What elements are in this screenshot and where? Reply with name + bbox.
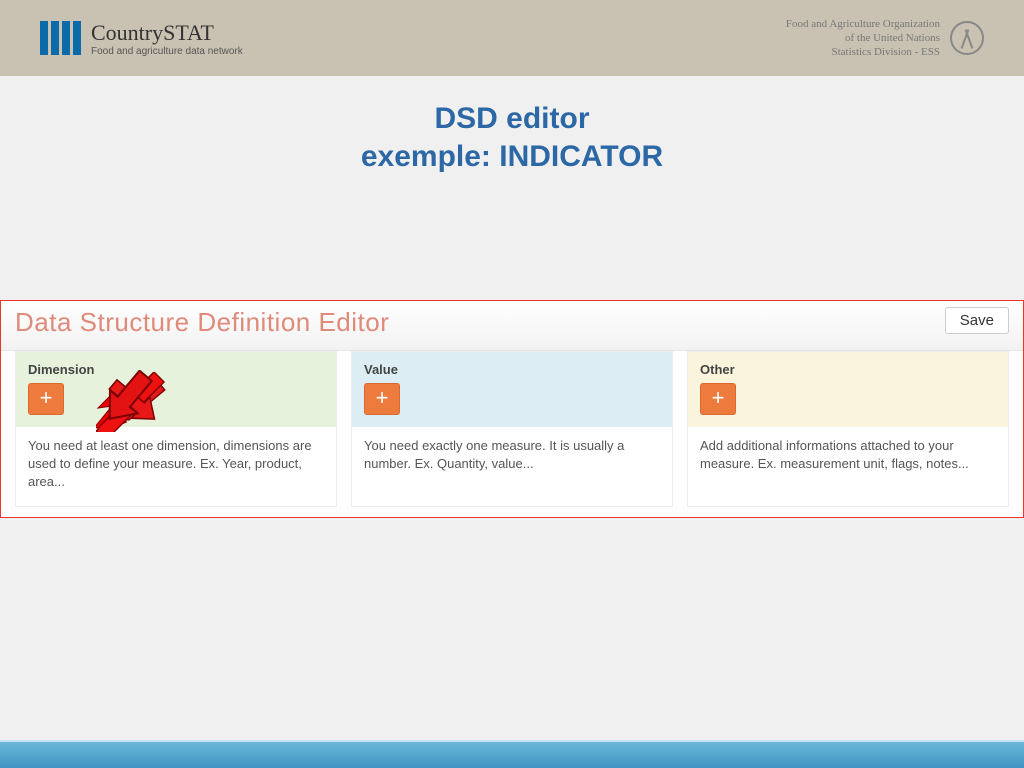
dimension-label: Dimension bbox=[28, 362, 324, 377]
dimension-description: You need at least one dimension, dimensi… bbox=[16, 427, 336, 506]
other-description: Add additional informations attached to … bbox=[688, 427, 1008, 487]
fao-block: Food and Agriculture Organization of the… bbox=[786, 17, 984, 60]
dimension-column: Dimension + You need at least one dimens… bbox=[15, 351, 337, 507]
slide-title: DSD editor exemple: INDICATOR bbox=[0, 100, 1024, 175]
footer-bar bbox=[0, 740, 1024, 768]
header-bar: CountrySTAT Food and agriculture data ne… bbox=[0, 0, 1024, 76]
countrystat-logo: CountrySTAT Food and agriculture data ne… bbox=[40, 20, 243, 57]
value-description: You need exactly one measure. It is usua… bbox=[352, 427, 672, 487]
add-other-button[interactable]: + bbox=[700, 383, 736, 415]
value-label: Value bbox=[364, 362, 660, 377]
other-column: Other + Add additional informations atta… bbox=[687, 351, 1009, 507]
logo-subtitle: Food and agriculture data network bbox=[91, 46, 243, 57]
fao-emblem-icon bbox=[950, 21, 984, 55]
other-label: Other bbox=[700, 362, 996, 377]
logo-title: CountrySTAT bbox=[91, 20, 243, 46]
title-line2: exemple: INDICATOR bbox=[0, 138, 1024, 176]
save-button[interactable]: Save bbox=[945, 307, 1009, 334]
value-column: Value + You need exactly one measure. It… bbox=[351, 351, 673, 507]
title-line1: DSD editor bbox=[0, 100, 1024, 138]
dsd-editor-panel: Data Structure Definition Editor Save Di… bbox=[0, 300, 1024, 518]
editor-title: Data Structure Definition Editor bbox=[15, 307, 389, 338]
fao-line2: of the United Nations bbox=[786, 31, 940, 45]
fao-line3: Statistics Division - ESS bbox=[786, 45, 940, 59]
fao-line1: Food and Agriculture Organization bbox=[786, 17, 940, 31]
add-value-button[interactable]: + bbox=[364, 383, 400, 415]
add-dimension-button[interactable]: + bbox=[28, 383, 64, 415]
logo-bars-icon bbox=[40, 21, 81, 55]
